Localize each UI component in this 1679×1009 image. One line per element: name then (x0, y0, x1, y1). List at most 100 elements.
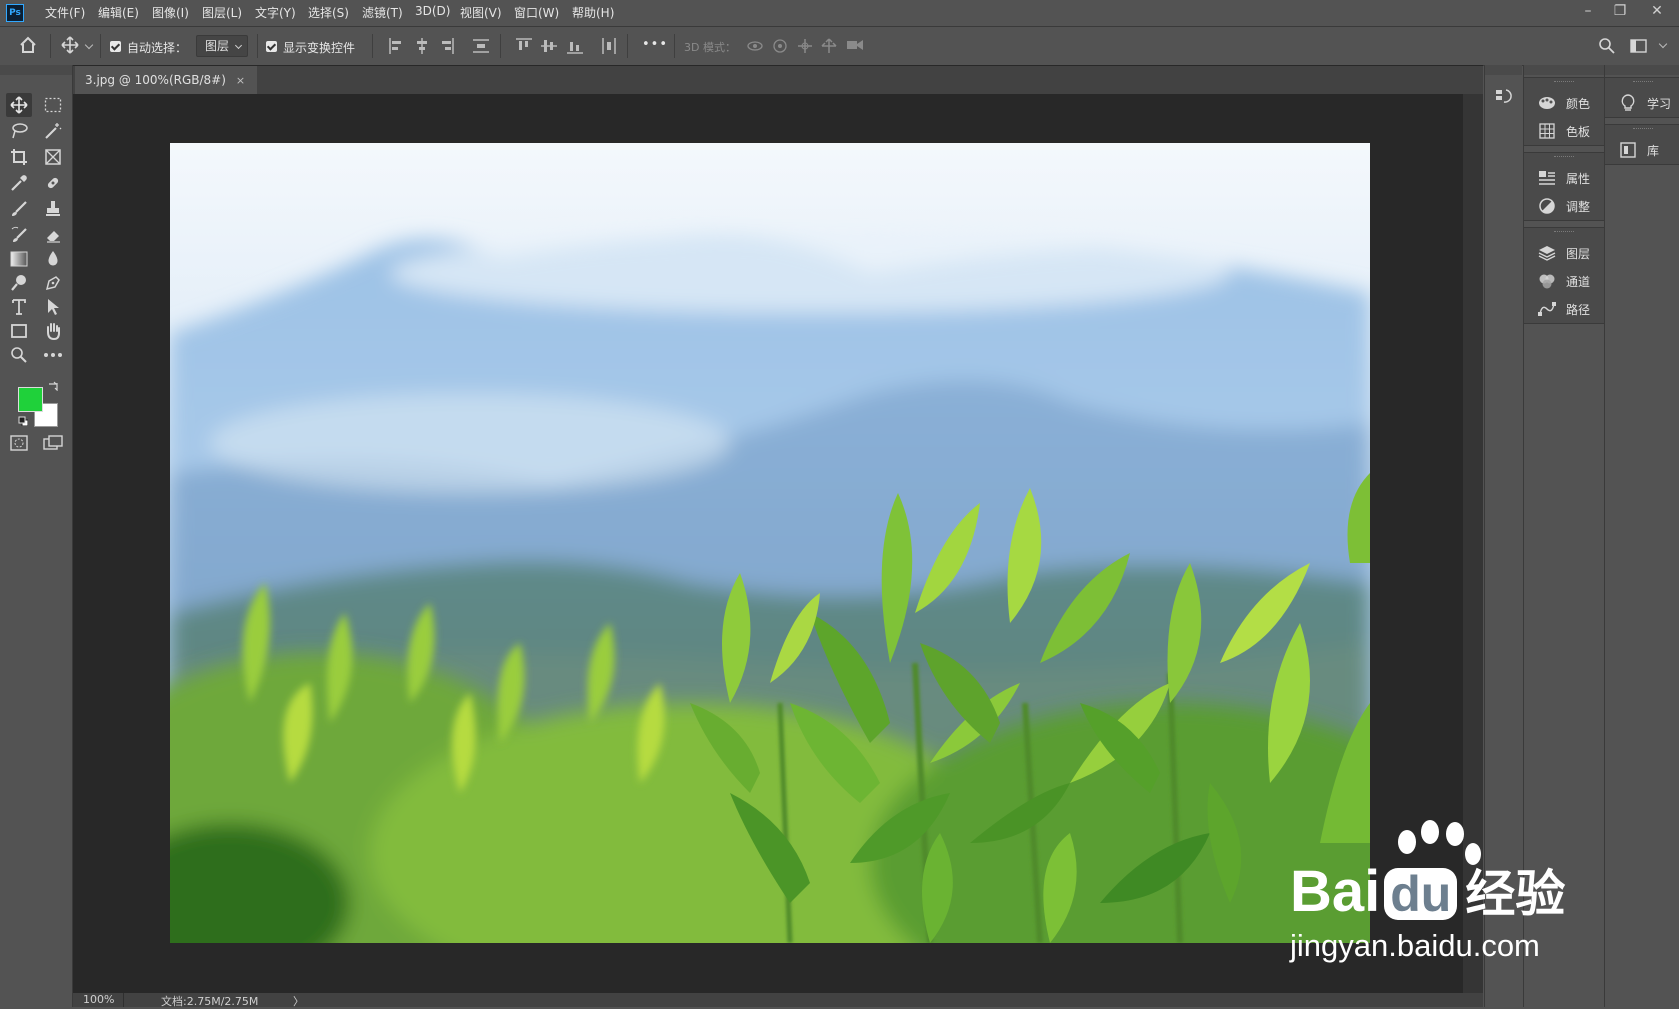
bulb-icon (1617, 94, 1639, 112)
3d-camera-icon[interactable] (846, 38, 864, 55)
workspace-icon[interactable] (1630, 38, 1648, 57)
paths-icon (1536, 301, 1558, 317)
close-window-button[interactable]: ✕ (1640, 0, 1674, 24)
search-icon[interactable] (1598, 37, 1616, 58)
menu-edit[interactable]: 编辑(E) (98, 4, 139, 21)
channels-icon (1536, 273, 1558, 289)
menu-view[interactable]: 视图(V) (460, 4, 502, 21)
menu-image[interactable]: 图像(I) (152, 4, 189, 21)
swatches-panel-label: 色板 (1566, 124, 1591, 139)
3d-slide-icon[interactable] (821, 38, 837, 57)
chevron-down-icon[interactable] (1658, 39, 1668, 49)
frame-tool-icon[interactable] (40, 145, 66, 169)
path-selection-tool-icon[interactable] (40, 295, 66, 319)
layers-panel-tab[interactable]: 图层 (1524, 239, 1604, 267)
swatches-panel-tab[interactable]: 色板 (1524, 117, 1604, 145)
panel-collapse-bar-secondary[interactable] (1605, 65, 1679, 75)
pen-tool-icon[interactable] (40, 271, 66, 295)
align-bottom-icon[interactable] (566, 37, 584, 58)
stamp-tool-icon[interactable] (40, 197, 66, 221)
menu-type[interactable]: 文字(Y) (255, 4, 296, 21)
menu-select[interactable]: 选择(S) (308, 4, 349, 21)
menu-filter[interactable]: 滤镜(T) (362, 4, 403, 21)
move-tool-preset-icon[interactable] (58, 36, 82, 54)
3d-pan-icon[interactable] (797, 38, 813, 57)
minimize-button[interactable]: – (1571, 0, 1605, 24)
restore-button[interactable]: ❐ (1603, 0, 1637, 24)
align-right-icon[interactable] (439, 37, 455, 58)
more-tools-icon[interactable] (40, 343, 66, 367)
properties-icon (1536, 170, 1558, 186)
zoom-level[interactable]: 100% (83, 993, 114, 1006)
3d-orbit-icon[interactable] (746, 38, 764, 57)
channels-panel-tab[interactable]: 通道 (1524, 267, 1604, 295)
marquee-tool-icon[interactable] (40, 93, 66, 117)
panel-collapse-bar[interactable] (1524, 65, 1604, 75)
gradient-tool-icon[interactable] (6, 247, 32, 271)
align-center-h-icon[interactable] (414, 37, 430, 58)
brush-tool-icon[interactable] (6, 197, 32, 221)
tea-field-photo (170, 143, 1370, 943)
toolbox-collapse-bar[interactable] (0, 65, 72, 75)
blur-tool-icon[interactable] (40, 247, 66, 271)
dodge-tool-icon[interactable] (6, 271, 32, 295)
hand-tool-icon[interactable] (40, 319, 66, 343)
document-canvas-image[interactable] (170, 143, 1370, 943)
learn-panel-tab[interactable]: 学习 (1605, 89, 1679, 117)
magic-wand-tool-icon[interactable] (40, 119, 66, 143)
paths-panel-tab[interactable]: 路径 (1524, 295, 1604, 323)
library-panel-tab[interactable]: 库 (1605, 136, 1679, 164)
menu-file[interactable]: 文件(F) (45, 4, 85, 21)
auto-select-checkbox[interactable] (110, 41, 121, 52)
quick-mask-icon[interactable] (6, 431, 32, 455)
show-transform-label: 显示变换控件 (283, 41, 356, 55)
more-options-button[interactable]: ••• (642, 37, 668, 52)
watermark-brand-du: du (1384, 868, 1458, 920)
align-middle-v-icon[interactable] (540, 37, 558, 58)
3d-roll-icon[interactable] (772, 38, 788, 57)
library-panel-label: 库 (1647, 143, 1660, 158)
type-tool-icon[interactable] (6, 295, 32, 319)
history-panel-icon[interactable] (1494, 87, 1514, 110)
dock-collapse-bar[interactable] (1485, 65, 1522, 75)
default-colors-icon[interactable] (18, 415, 29, 429)
grid-icon (1536, 123, 1558, 139)
chevron-down-icon[interactable] (84, 40, 94, 50)
menu-window[interactable]: 窗口(W) (514, 4, 559, 21)
adjust-icon (1536, 198, 1558, 214)
color-panel-tab[interactable]: 颜色 (1524, 89, 1604, 117)
menu-help[interactable]: 帮助(H) (572, 4, 614, 21)
move-tool-icon[interactable] (6, 93, 32, 117)
healing-brush-tool-icon[interactable] (40, 171, 66, 195)
eyedropper-tool-icon[interactable] (6, 171, 32, 195)
auto-select-target-dropdown[interactable]: 图层 (196, 35, 248, 57)
home-icon[interactable] (16, 36, 40, 54)
properties-panel-tab[interactable]: 属性 (1524, 164, 1604, 192)
show-transform-checkbox[interactable] (266, 41, 277, 52)
distribute-v-icon[interactable] (600, 37, 618, 58)
paths-panel-label: 路径 (1566, 302, 1591, 317)
zoom-tool-icon[interactable] (6, 343, 32, 367)
swap-colors-icon[interactable] (48, 380, 58, 394)
menu-bar: Ps 文件(F) 编辑(E) 图像(I) 图层(L) 文字(Y) 选择(S) 滤… (0, 0, 1679, 27)
foreground-color-fill (18, 387, 43, 412)
adjustments-panel-label: 调整 (1566, 199, 1591, 214)
status-bar: 100% 文档:2.75M/2.75M 〉 (73, 993, 1483, 1008)
close-tab-icon[interactable]: × (236, 74, 245, 87)
crop-tool-icon[interactable] (6, 145, 32, 169)
library-icon (1617, 142, 1639, 158)
eraser-tool-icon[interactable] (40, 223, 66, 247)
screen-mode-icon[interactable] (40, 431, 66, 455)
align-top-icon[interactable] (515, 37, 533, 58)
menu-layer[interactable]: 图层(L) (202, 4, 242, 21)
adjustments-panel-tab[interactable]: 调整 (1524, 192, 1604, 220)
menu-3d[interactable]: 3D(D) (415, 4, 450, 18)
lasso-tool-icon[interactable] (6, 119, 32, 143)
history-brush-tool-icon[interactable] (6, 223, 32, 247)
document-tab[interactable]: 3.jpg @ 100%(RGB/8#) × (75, 66, 258, 94)
distribute-h-icon[interactable] (472, 37, 490, 58)
watermark-suffix: 经验 (1465, 865, 1566, 923)
rectangle-tool-icon[interactable] (6, 319, 32, 343)
align-left-icon[interactable] (388, 37, 404, 58)
auto-select-label: 自动选择： (127, 41, 188, 55)
